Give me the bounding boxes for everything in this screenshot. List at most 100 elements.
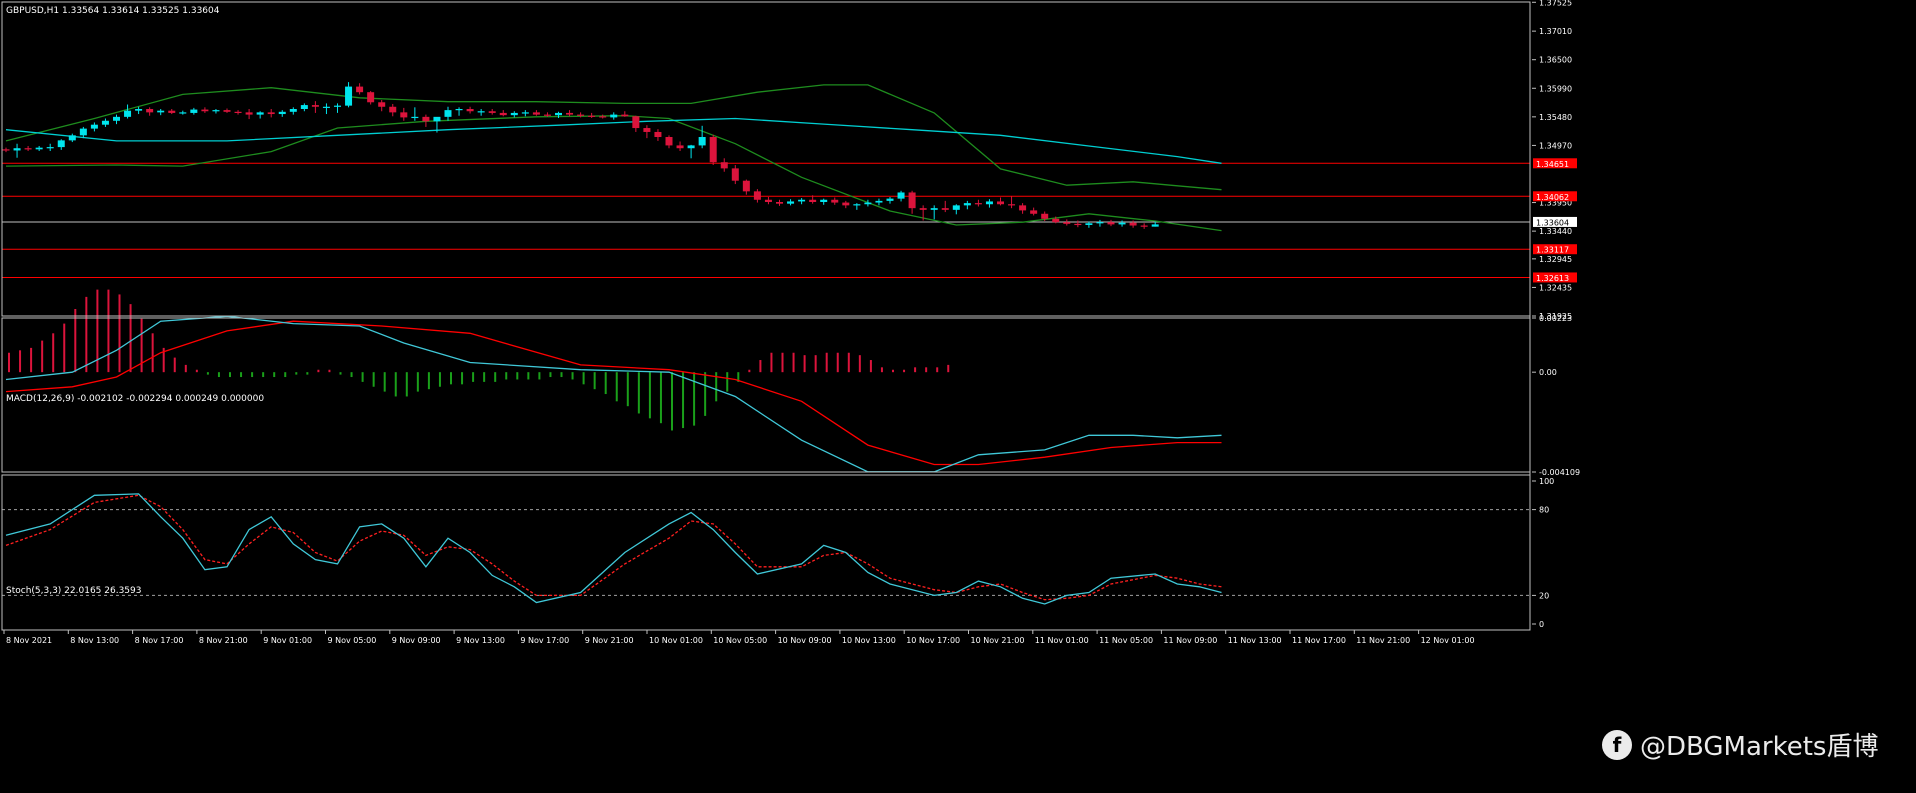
candle-body (742, 180, 750, 192)
candle-body (1107, 222, 1115, 225)
candle-body (135, 109, 143, 111)
candle-body (90, 124, 98, 129)
candle-body (2, 149, 10, 151)
candle-body (68, 135, 76, 141)
candle-body (1118, 222, 1126, 225)
price-y-tick-label: 1.33440 (1539, 227, 1572, 236)
candle-body (919, 208, 927, 210)
candle-body (941, 208, 949, 210)
watermark-text: @DBGMarkets盾博 (1640, 732, 1879, 762)
stoch-y-tick-label: 80 (1539, 506, 1549, 515)
candle-body (46, 147, 54, 149)
candle-body (997, 201, 1004, 205)
price-y-tick-label: 1.37525 (1539, 0, 1572, 7)
candle-body (146, 109, 154, 113)
candle-body (543, 114, 551, 116)
candle-body (113, 116, 120, 121)
price-y-tick-label: 1.34970 (1539, 141, 1572, 150)
candle-body (1085, 223, 1093, 225)
stoch-y-tick-label: 20 (1539, 591, 1549, 600)
level-tag-label: 1.34062 (1536, 193, 1569, 202)
candle-body (599, 116, 607, 118)
candle-body (1140, 225, 1148, 227)
candle-body (1052, 218, 1060, 223)
candle-body (422, 116, 430, 122)
candle-body (632, 116, 640, 129)
macd-y-tick-label: -0.004109 (1539, 468, 1580, 477)
candle-body (555, 112, 562, 116)
candle-body (1019, 205, 1027, 211)
time-tick-label: 10 Nov 05:00 (713, 636, 767, 645)
time-tick-label: 8 Nov 21:00 (199, 636, 248, 645)
candle-body (411, 116, 419, 119)
candle-body (466, 109, 474, 112)
time-tick-label: 8 Nov 13:00 (70, 636, 119, 645)
time-tick-label: 11 Nov 05:00 (1099, 636, 1153, 645)
candle-body (521, 112, 529, 114)
candle-body (930, 208, 938, 210)
candle-body (676, 145, 684, 149)
candle-body (488, 111, 496, 113)
stoch-y-tick-label: 0 (1539, 620, 1544, 629)
time-tick-label: 12 Nov 01:00 (1421, 636, 1475, 645)
candle-body (566, 112, 574, 115)
candle-body (35, 147, 43, 150)
candle-body (588, 115, 596, 117)
time-tick-label: 11 Nov 13:00 (1228, 636, 1282, 645)
time-tick-label: 9 Nov 17:00 (520, 636, 569, 645)
price-y-tick-label: 1.32945 (1539, 255, 1572, 264)
candle-body (532, 112, 540, 115)
candle-body (278, 111, 286, 115)
candle-body (179, 112, 187, 114)
candle-body (842, 202, 850, 206)
candle-body (345, 86, 353, 106)
candle-body (256, 112, 264, 115)
candle-body (709, 137, 717, 163)
candle-body (687, 145, 695, 149)
candle-body (322, 106, 330, 108)
candle-body (234, 111, 242, 114)
price-pane-title: GBPUSD,H1 1.33564 1.33614 1.33525 1.3360… (6, 6, 220, 16)
candle-body (853, 204, 861, 206)
level-tag-label: 1.33117 (1536, 246, 1569, 255)
candle-body (356, 86, 364, 93)
candle-body (1063, 222, 1071, 224)
candle-body (897, 192, 905, 199)
time-tick-label: 11 Nov 01:00 (1035, 636, 1089, 645)
macd-y-tick-label: 0.00 (1539, 368, 1557, 377)
candle-body (245, 112, 253, 115)
trading-chart: GBPUSD,H1 1.33564 1.33614 1.33525 1.3360… (0, 0, 1916, 793)
candle-body (1030, 210, 1038, 214)
candle-body (289, 109, 297, 112)
candle-body (477, 111, 485, 113)
candle-body (864, 202, 872, 205)
candle-body (764, 199, 772, 202)
candle-body (190, 109, 198, 113)
price-y-tick-label: 1.36500 (1539, 56, 1572, 65)
time-tick-label: 11 Nov 09:00 (1163, 636, 1217, 645)
candle-body (798, 199, 806, 202)
time-tick-label: 10 Nov 17:00 (906, 636, 960, 645)
time-tick-label: 9 Nov 13:00 (456, 636, 505, 645)
candle-body (400, 112, 408, 118)
candle-body (212, 110, 220, 112)
candle-body (985, 201, 993, 205)
candle-body (974, 203, 982, 205)
candle-body (577, 114, 585, 116)
candle-body (79, 128, 87, 136)
candle-body (908, 192, 916, 209)
time-tick-label: 9 Nov 09:00 (392, 636, 441, 645)
candle-body (875, 200, 883, 203)
time-tick-label: 11 Nov 21:00 (1356, 636, 1410, 645)
candle-body (267, 112, 275, 115)
candle-body (776, 201, 783, 204)
price-y-tick-label: 1.32435 (1539, 283, 1572, 292)
candle-body (1151, 224, 1159, 227)
time-tick-label: 9 Nov 01:00 (263, 636, 312, 645)
price-y-tick-label: 1.35990 (1539, 84, 1572, 93)
chart-background (0, 0, 1916, 793)
time-tick-label: 10 Nov 09:00 (778, 636, 832, 645)
candle-body (13, 148, 21, 151)
candle-body (886, 198, 894, 201)
time-tick-label: 10 Nov 21:00 (971, 636, 1025, 645)
